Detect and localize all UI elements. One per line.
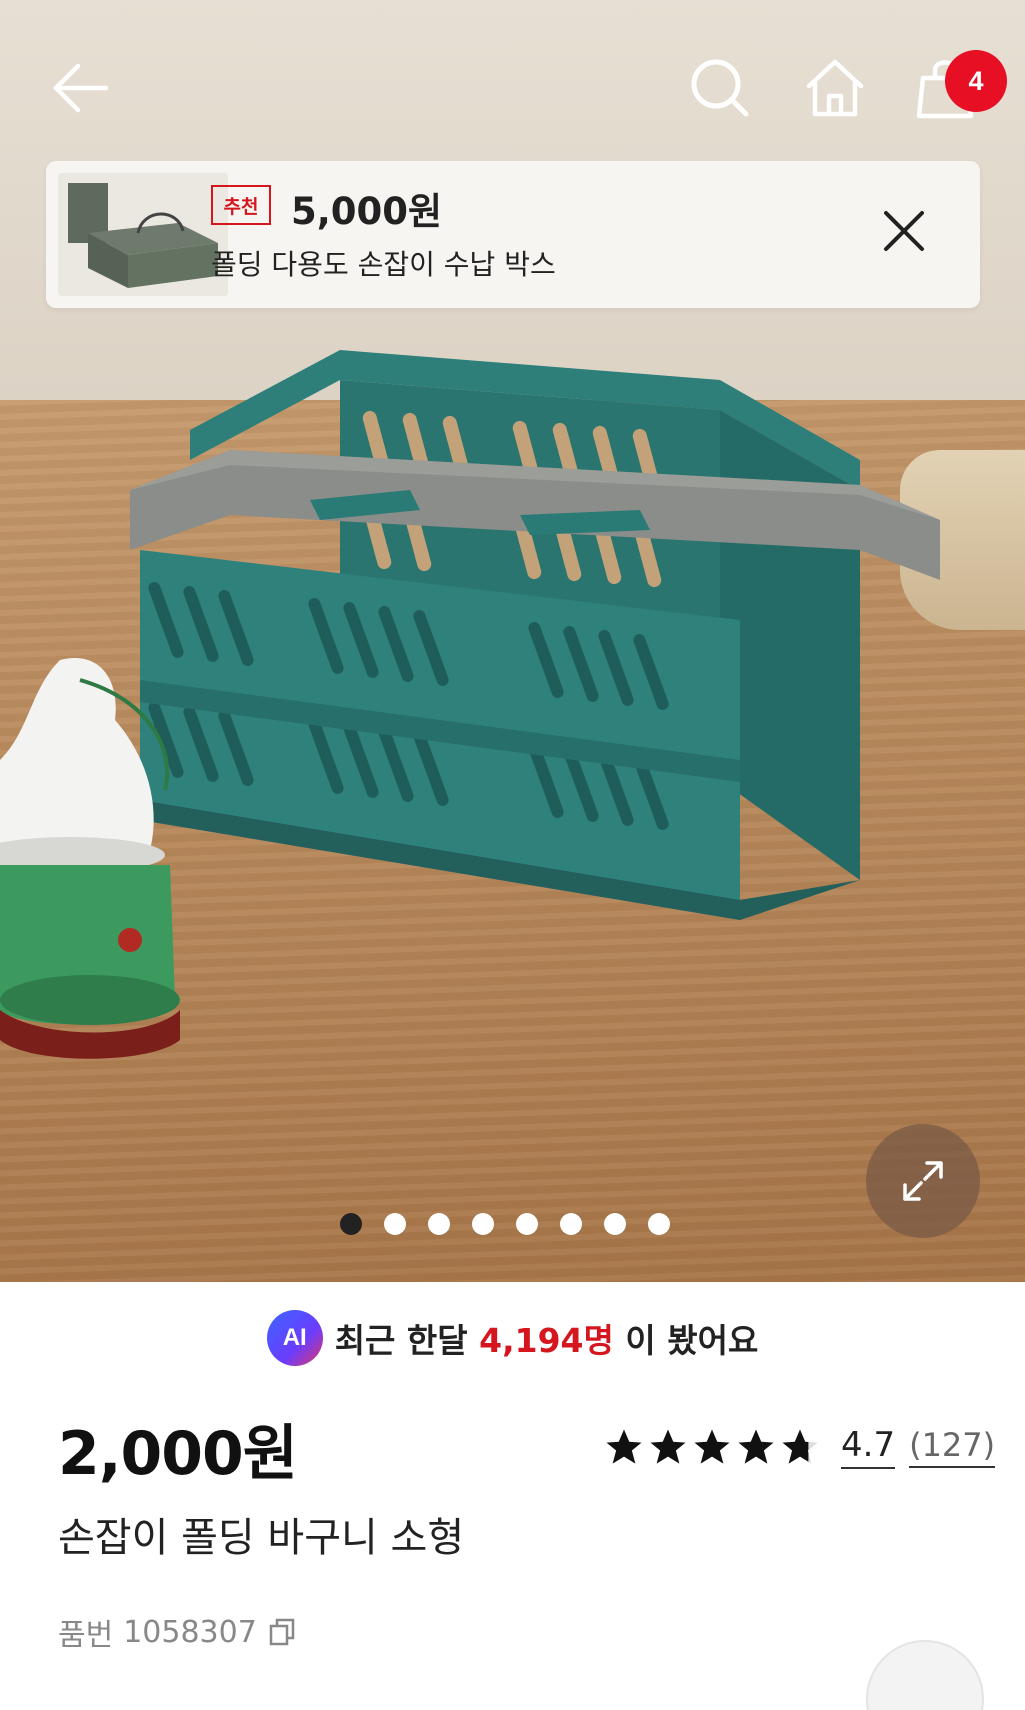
- rating-score[interactable]: 4.7: [841, 1425, 896, 1469]
- pagination-dot-2[interactable]: [384, 1213, 406, 1235]
- star-partial-icon: [782, 1429, 818, 1464]
- recent-views-notice: AI 최근 한달 4,194명 이 봤어요: [0, 1308, 1025, 1368]
- star-icon: [650, 1429, 686, 1464]
- star-icon: [694, 1429, 730, 1464]
- arrow-left-icon: [53, 63, 109, 113]
- search-icon: [691, 59, 749, 117]
- review-count[interactable]: (127): [909, 1426, 996, 1468]
- sku-label: 품번: [58, 1618, 114, 1653]
- pagination-dot-1[interactable]: [340, 1213, 362, 1235]
- product-basket-image: [130, 350, 940, 920]
- back-button[interactable]: [40, 48, 120, 128]
- cart-count-badge: 4: [945, 50, 1007, 112]
- recent-views-count: 4,194명: [479, 1321, 614, 1360]
- pagination-dot-7[interactable]: [604, 1213, 626, 1235]
- pagination-dot-6[interactable]: [560, 1213, 582, 1235]
- expand-image-button[interactable]: [866, 1124, 980, 1238]
- recommendation-name: 폴딩 다용도 손잡이 수납 박스: [211, 248, 556, 281]
- lamp-image: [0, 658, 180, 1059]
- pagination-dot-5[interactable]: [516, 1213, 538, 1235]
- image-pagination: [340, 1213, 670, 1235]
- recommendation-banner[interactable]: 추천 5,000원 폴딩 다용도 손잡이 수납 박스: [46, 161, 980, 308]
- product-rating[interactable]: 4.7 (127): [603, 1425, 996, 1469]
- recommendation-price: 5,000원: [291, 190, 443, 233]
- recent-views-prefix: 최근 한달: [334, 1321, 468, 1360]
- pagination-dot-4[interactable]: [472, 1213, 494, 1235]
- rating-stars: [603, 1426, 821, 1468]
- floating-recent-item-button[interactable]: [866, 1640, 984, 1710]
- recommended-tag: 추천: [211, 185, 271, 225]
- product-price: 2,000원: [58, 1419, 298, 1489]
- home-icon: [806, 59, 864, 117]
- product-name: 손잡이 폴딩 바구니 소형: [58, 1515, 465, 1561]
- copy-icon[interactable]: [267, 1616, 299, 1648]
- recommendation-close-button[interactable]: [874, 201, 934, 261]
- product-image-gallery[interactable]: 4 추천 5,000원 폴딩 다용도 손잡이 수납 박스: [0, 0, 1025, 1282]
- star-icon: [606, 1429, 642, 1464]
- pagination-dot-8[interactable]: [648, 1213, 670, 1235]
- recent-views-text: 최근 한달 4,194명 이 봤어요: [335, 1314, 759, 1362]
- top-navigation-bar: 4: [0, 30, 1025, 140]
- ai-badge: AI: [266, 1310, 323, 1366]
- close-icon: [884, 211, 924, 251]
- recommendation-thumbnail: [58, 173, 228, 296]
- home-button[interactable]: [795, 48, 875, 128]
- pagination-dot-3[interactable]: [428, 1213, 450, 1235]
- star-icon: [738, 1429, 774, 1464]
- storage-box-thumbnail-image: [58, 173, 228, 296]
- product-sku: 품번 1058307: [58, 1610, 299, 1654]
- product-detail-page: 4 추천 5,000원 폴딩 다용도 손잡이 수납 박스 AI 최근 한달 4,…: [0, 0, 1025, 1710]
- expand-icon: [903, 1161, 943, 1201]
- search-button[interactable]: [680, 48, 760, 128]
- sku-value: 1058307: [123, 1614, 257, 1650]
- recent-views-suffix: 이 봤어요: [625, 1321, 759, 1360]
